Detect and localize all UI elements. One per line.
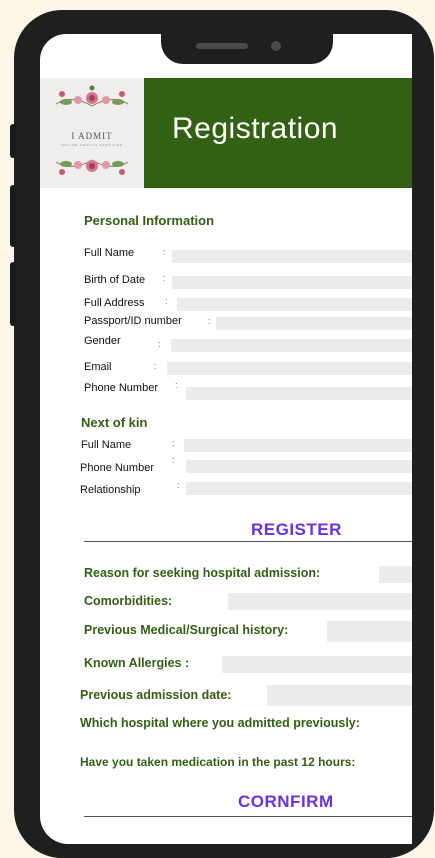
colon: : [154,361,157,371]
phone-side-button-3 [10,262,16,326]
email-label: Email [84,361,112,373]
logo-text: I ADMIT [71,131,113,141]
phone-number-field[interactable] [186,387,412,400]
comorbidities-label: Comorbidities: [84,594,173,608]
kin-phone-number-label: Phone Number [80,462,154,474]
full-name-label: Full Name [84,247,135,259]
allergies-field[interactable] [222,656,412,673]
relationship-label: Relationship [80,484,141,496]
colon: : [158,339,161,349]
kin-full-name-field[interactable] [184,439,412,452]
colon: : [163,247,166,257]
floral-ornament-bottom-icon [55,159,129,175]
comorbidities-field[interactable] [228,593,412,610]
page-header: I ADMIT ONLINE HEALTH SERVICES Registrat… [40,78,412,188]
passport-id-field[interactable] [216,317,412,330]
floral-ornament-top-icon [55,85,129,107]
kin-phone-number-field[interactable] [186,460,412,473]
admission-date-label: Previous admission date: [80,688,232,702]
full-address-label: Full Address [84,297,145,309]
phone-number-label: Phone Number [84,382,158,394]
divider [84,816,412,817]
admission-reason-field[interactable] [379,566,412,583]
full-name-field[interactable] [172,250,412,263]
medical-history-label: Previous Medical/Surgical history: [84,623,289,637]
colon: : [172,438,175,448]
previous-hospital-label: Which hospital where you admitted previo… [80,716,360,730]
register-button[interactable]: REGISTER [251,520,342,540]
page-title: Registration [172,112,339,145]
allergies-label: Known Allergies : [84,656,190,670]
gender-label: Gender [84,335,121,347]
brand-logo: I ADMIT ONLINE HEALTH SERVICES [40,78,144,188]
colon: : [175,380,178,390]
speaker-grille [196,43,248,49]
header-banner: Registration [144,78,412,188]
relationship-field[interactable] [186,482,412,495]
email-field[interactable] [167,362,412,375]
medication-label: Have you taken medication in the past 12… [80,755,356,769]
birth-date-label: Birth of Date [84,274,146,286]
next-of-kin-heading: Next of kin [81,415,148,430]
phone-screen: I ADMIT ONLINE HEALTH SERVICES Registrat… [40,34,412,844]
phone-side-button-2 [10,185,16,247]
admission-reason-label: Reason for seeking hospital admission: [84,566,321,580]
phone-notch [161,30,333,64]
camera-icon [271,41,281,51]
admission-date-field[interactable] [267,685,412,706]
full-address-field[interactable] [177,298,412,311]
passport-id-label: Passport/ID number [84,315,182,327]
birth-date-field[interactable] [172,276,412,289]
medical-history-field[interactable] [327,621,412,642]
colon: : [208,316,211,326]
kin-full-name-label: Full Name [81,439,132,451]
divider [84,541,412,542]
confirm-button[interactable]: CORNFIRM [238,792,334,812]
phone-side-button-1 [10,124,16,158]
personal-info-heading: Personal Information [84,213,215,228]
colon: : [172,455,175,465]
colon: : [163,273,166,283]
colon: : [165,296,168,306]
colon: : [177,480,180,490]
gender-field[interactable] [171,339,412,352]
